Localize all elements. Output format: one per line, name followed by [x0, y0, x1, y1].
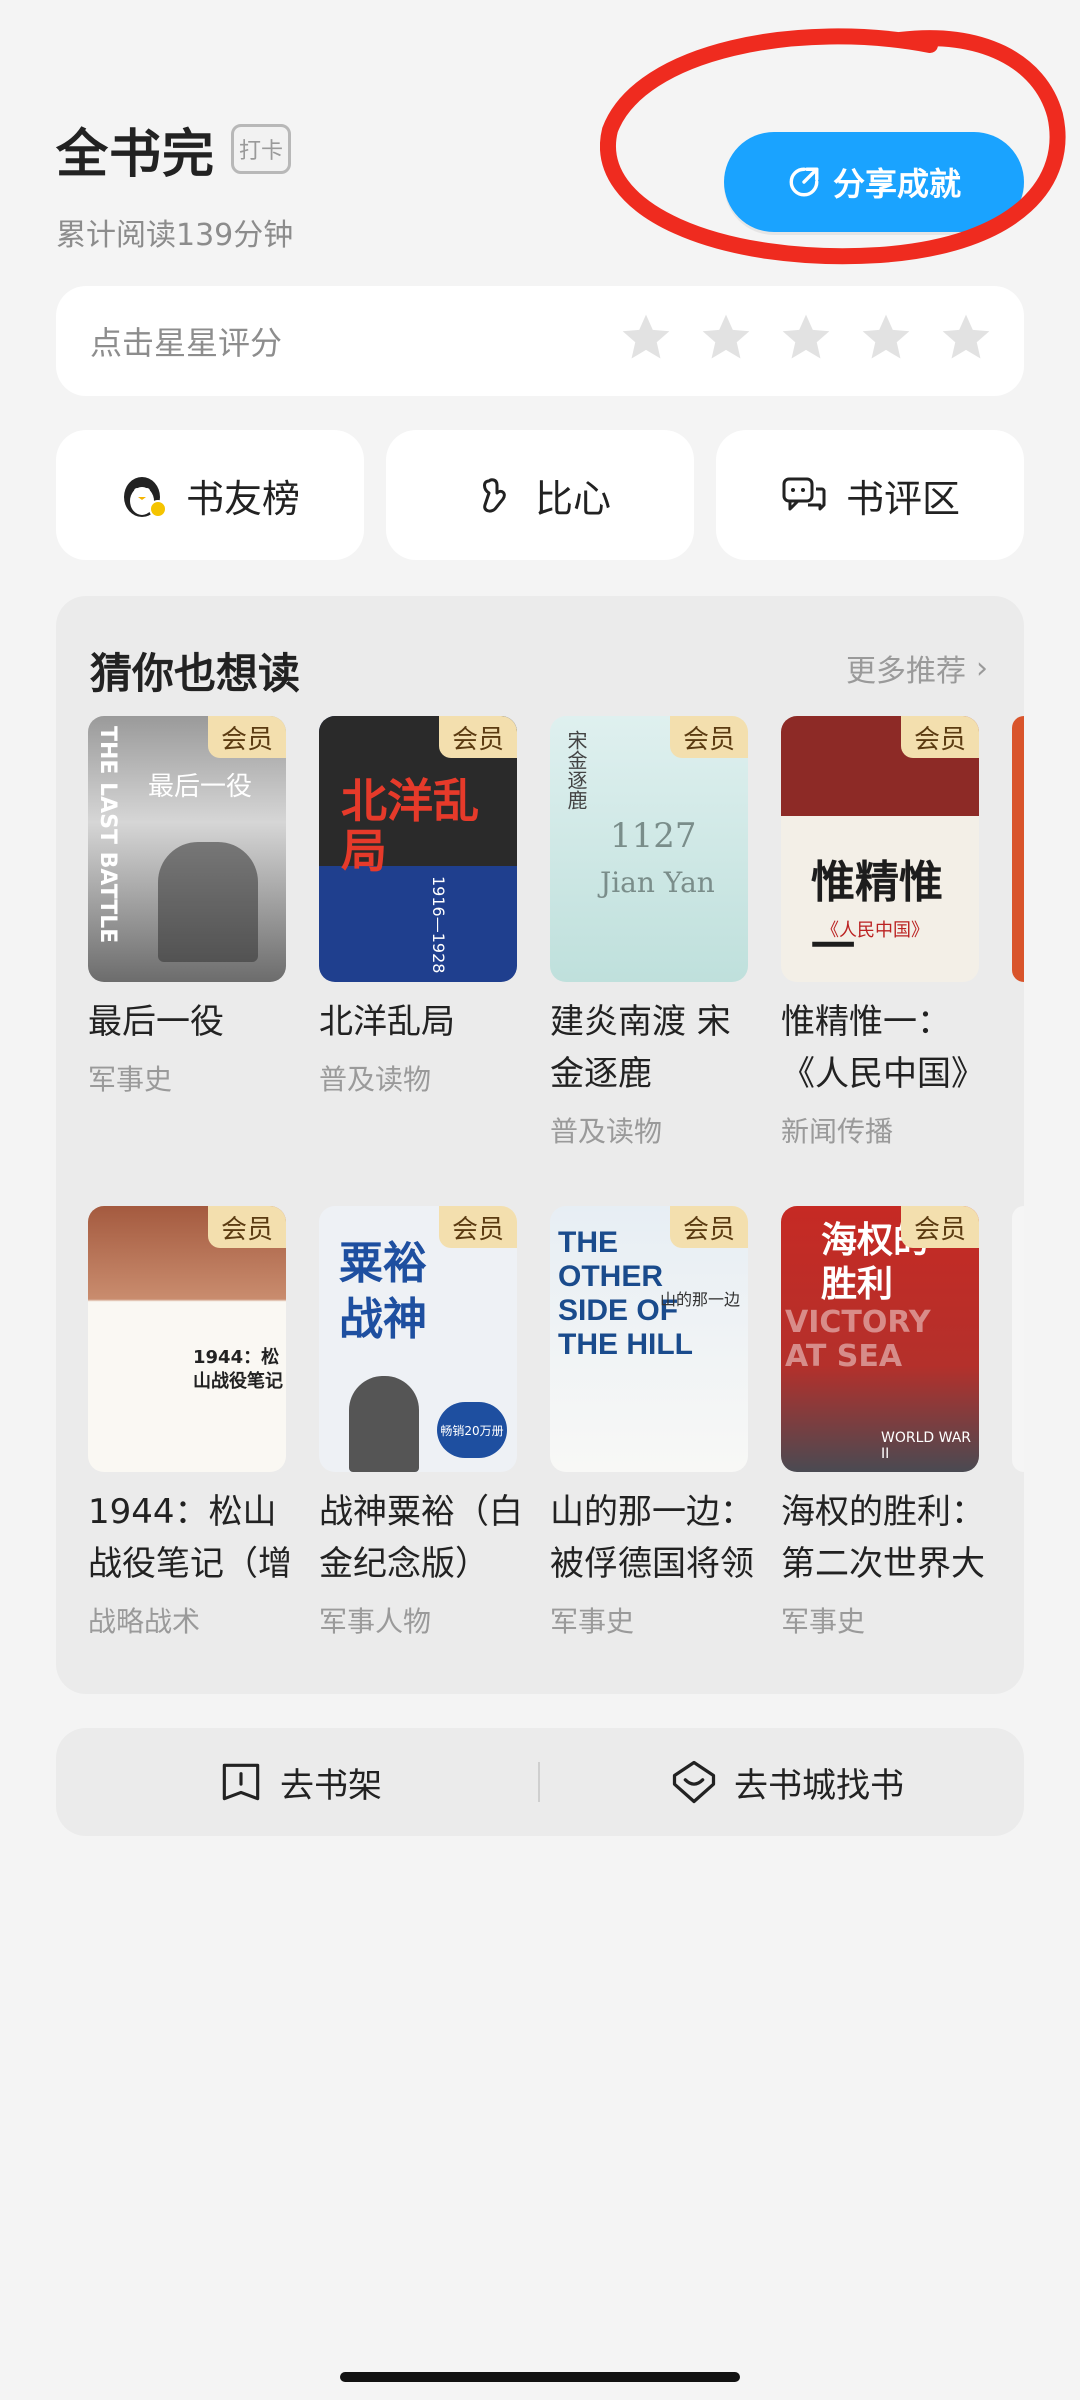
book-cover: THE OTHER SIDE OF THE HILL 山的那一边 会员 [550, 1206, 748, 1472]
cover-text: 宋金逐鹿 [564, 730, 588, 810]
book-cover: THE LAST BATTLE 最后一役 会员 [88, 716, 286, 982]
book-title: 北洋乱局 [319, 1002, 455, 1042]
book-card[interactable]: 宋金逐鹿 1127 Jian Yan 会员 建炎南渡 宋金逐鹿 普及读物 [550, 716, 748, 1150]
star-icon[interactable] [938, 310, 994, 366]
book-card[interactable]: 海权的胜利 VICTORY AT SEA WORLD WAR II 会员 海权的… [781, 1206, 985, 1640]
bookshelf-icon [222, 1763, 260, 1801]
divider [538, 1762, 540, 1802]
recommendation-panel: 猜你也想读 更多推荐 › THE LAST BATTLE 最后一役 会员 最后一… [56, 596, 1024, 1694]
checkin-badge[interactable]: 打卡 [231, 124, 291, 174]
member-badge: 会员 [670, 716, 748, 758]
more-recommend-label: 更多推荐 [846, 654, 966, 689]
book-cover: 海权的胜利 VICTORY AT SEA WORLD WAR II 会员 [781, 1206, 979, 1472]
book-title: 惟精惟一：《人民中国》 [781, 1002, 985, 1094]
book-cover-partial[interactable] [1012, 716, 1024, 982]
book-cover: 1944：松山战役笔记 会员 [88, 1206, 286, 1472]
share-label: 分享成就 [832, 165, 961, 203]
cover-text: THE LAST BATTLE [95, 726, 120, 944]
cover-text: 惟精惟一 [811, 857, 943, 972]
member-badge: 会员 [670, 1206, 748, 1248]
share-achievement-button[interactable]: 分享成就 [724, 132, 1024, 232]
cover-text: 北洋乱局 [341, 774, 479, 878]
cover-text: 最后一役 [148, 772, 253, 802]
star-icon[interactable] [618, 310, 674, 366]
book-category: 军事史 [781, 1605, 866, 1638]
cover-text: 畅销20万册 [437, 1402, 507, 1458]
heart-gesture-label: 比心 [534, 476, 611, 521]
book-category: 军事史 [550, 1605, 635, 1638]
book-cover: 北洋乱局 1916—1928 会员 [319, 716, 517, 982]
member-badge: 会员 [901, 716, 979, 758]
book-cover-partial[interactable] [1012, 1206, 1024, 1472]
member-badge: 会员 [901, 1206, 979, 1248]
book-card[interactable]: THE OTHER SIDE OF THE HILL 山的那一边 会员 山的那一… [550, 1206, 754, 1640]
book-title: 最后一役 [88, 1002, 224, 1042]
cover-text: 山的那一边 [660, 1290, 741, 1309]
book-card[interactable]: 粟裕 战神 畅销20万册 会员 战神粟裕（白金纪念版） 军事人物 [319, 1206, 523, 1640]
cover-text: WORLD WAR II [881, 1430, 972, 1462]
reading-time: 累计阅读139分钟 [56, 218, 294, 253]
share-icon [789, 167, 819, 197]
home-indicator[interactable] [340, 2372, 740, 2382]
heart-gesture-button[interactable]: 比心 [386, 430, 694, 560]
book-cover: 粟裕 战神 畅销20万册 会员 [319, 1206, 517, 1472]
member-badge: 会员 [439, 716, 517, 758]
book-card[interactable]: 惟精惟一 《人民中国》 会员 惟精惟一：《人民中国》 新闻传播 [781, 716, 985, 1150]
book-card[interactable]: THE LAST BATTLE 最后一役 会员 最后一役 军事史 [88, 716, 286, 1098]
star-icon[interactable] [778, 310, 834, 366]
go-bookstore-button[interactable]: 去书城找书 [668, 1728, 904, 1836]
bookstore-icon [672, 1760, 716, 1804]
page-title: 全书完 [56, 125, 216, 185]
book-cover: 惟精惟一 《人民中国》 会员 [781, 716, 979, 982]
book-title: 1944：松山战役笔记（增 [88, 1492, 292, 1584]
book-title: 战神粟裕（白金纪念版） [319, 1492, 523, 1584]
chat-bubble-icon [782, 477, 826, 511]
book-title: 海权的胜利：第二次世界大 [781, 1492, 985, 1584]
book-title: 山的那一边：被俘德国将领 [550, 1492, 754, 1584]
book-category: 普及读物 [550, 1115, 663, 1148]
member-badge: 会员 [208, 716, 286, 758]
go-bookshelf-label: 去书架 [280, 1765, 382, 1806]
go-bookstore-label: 去书城找书 [734, 1765, 904, 1806]
book-category: 军事人物 [319, 1605, 432, 1638]
cover-text: VICTORY AT SEA [785, 1305, 931, 1374]
star-icon[interactable] [698, 310, 754, 366]
book-category: 战略战术 [88, 1605, 201, 1638]
reader-rank-label: 书友榜 [185, 476, 300, 521]
book-cover: 宋金逐鹿 1127 Jian Yan 会员 [550, 716, 748, 982]
book-category: 军事史 [88, 1063, 173, 1096]
book-title: 建炎南渡 宋金逐鹿 [550, 1002, 731, 1094]
star-rating[interactable] [618, 310, 994, 366]
book-category: 普及读物 [319, 1063, 432, 1096]
review-area-button[interactable]: 书评区 [716, 430, 1024, 560]
book-card[interactable]: 北洋乱局 1916—1928 会员 北洋乱局 普及读物 [319, 716, 517, 1098]
cover-text: 《人民中国》 [821, 920, 929, 941]
review-area-label: 书评区 [845, 476, 960, 521]
penguin-avatar-icon [123, 477, 167, 518]
member-badge: 会员 [208, 1206, 286, 1248]
cover-text: Jian Yan [600, 866, 715, 899]
member-badge: 会员 [439, 1206, 517, 1248]
cover-text: 1944：松山战役笔记 [193, 1347, 283, 1392]
rating-card[interactable]: 点击星星评分 [56, 286, 1024, 396]
book-category: 新闻传播 [781, 1115, 894, 1148]
cover-text: 1916—1928 [429, 876, 448, 974]
cover-text: 粟裕 战神 [339, 1238, 427, 1345]
go-bookshelf-button[interactable]: 去书架 [216, 1728, 382, 1836]
recommend-title: 猜你也想读 [90, 649, 301, 698]
rating-label: 点击星星评分 [90, 324, 283, 362]
reader-rank-button[interactable]: 书友榜 [56, 430, 364, 560]
star-icon[interactable] [858, 310, 914, 366]
book-card[interactable]: 1944：松山战役笔记 会员 1944：松山战役笔记（增 战略战术 [88, 1206, 292, 1640]
more-recommend-link[interactable]: 更多推荐 › [846, 646, 988, 690]
heart-hand-icon [482, 478, 506, 513]
chevron-right-icon: › [976, 650, 988, 686]
bottom-actions: 去书架 去书城找书 [56, 1728, 1024, 1836]
cover-text: 1127 [610, 816, 697, 856]
